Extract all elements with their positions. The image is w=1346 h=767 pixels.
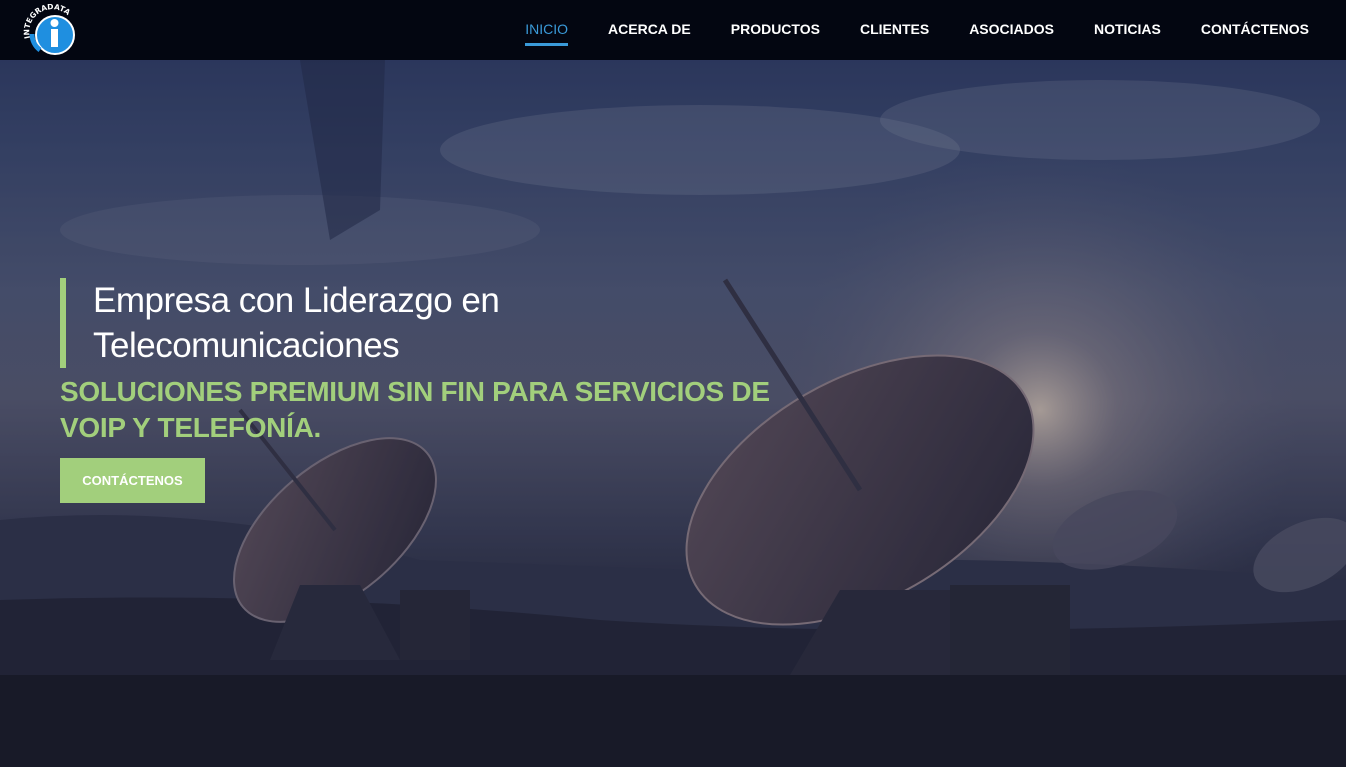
nav-item-clientes[interactable]: CLIENTES — [860, 13, 929, 45]
nav-item-inicio[interactable]: INICIO — [525, 13, 568, 46]
nav-item-noticias[interactable]: NOTICIAS — [1094, 13, 1161, 45]
logo-icon: INTEGRADATA — [22, 2, 75, 55]
nav-item-acerca-de[interactable]: ACERCA DE — [608, 13, 691, 45]
hero-headline-block: Empresa con Liderazgo en Telecomunicacio… — [60, 278, 693, 368]
contact-button[interactable]: CONTÁCTENOS — [60, 458, 205, 503]
hero-headline: Empresa con Liderazgo en Telecomunicacio… — [93, 281, 500, 365]
integradata-logo[interactable]: INTEGRADATA — [22, 2, 80, 56]
nav-item-asociados[interactable]: ASOCIADOS — [969, 13, 1054, 45]
hero-subheadline: SOLUCIONES PREMIUM SIN FIN PARA SERVICIO… — [60, 376, 770, 443]
nav-item-contactenos[interactable]: CONTÁCTENOS — [1201, 13, 1309, 45]
nav-item-productos[interactable]: PRODUCTOS — [731, 13, 820, 45]
top-navigation-bar: INTEGRADATA INICIO ACERCA DE PRODUCTOS C… — [0, 0, 1346, 60]
main-nav: INICIO ACERCA DE PRODUCTOS CLIENTES ASOC… — [485, 0, 1309, 58]
